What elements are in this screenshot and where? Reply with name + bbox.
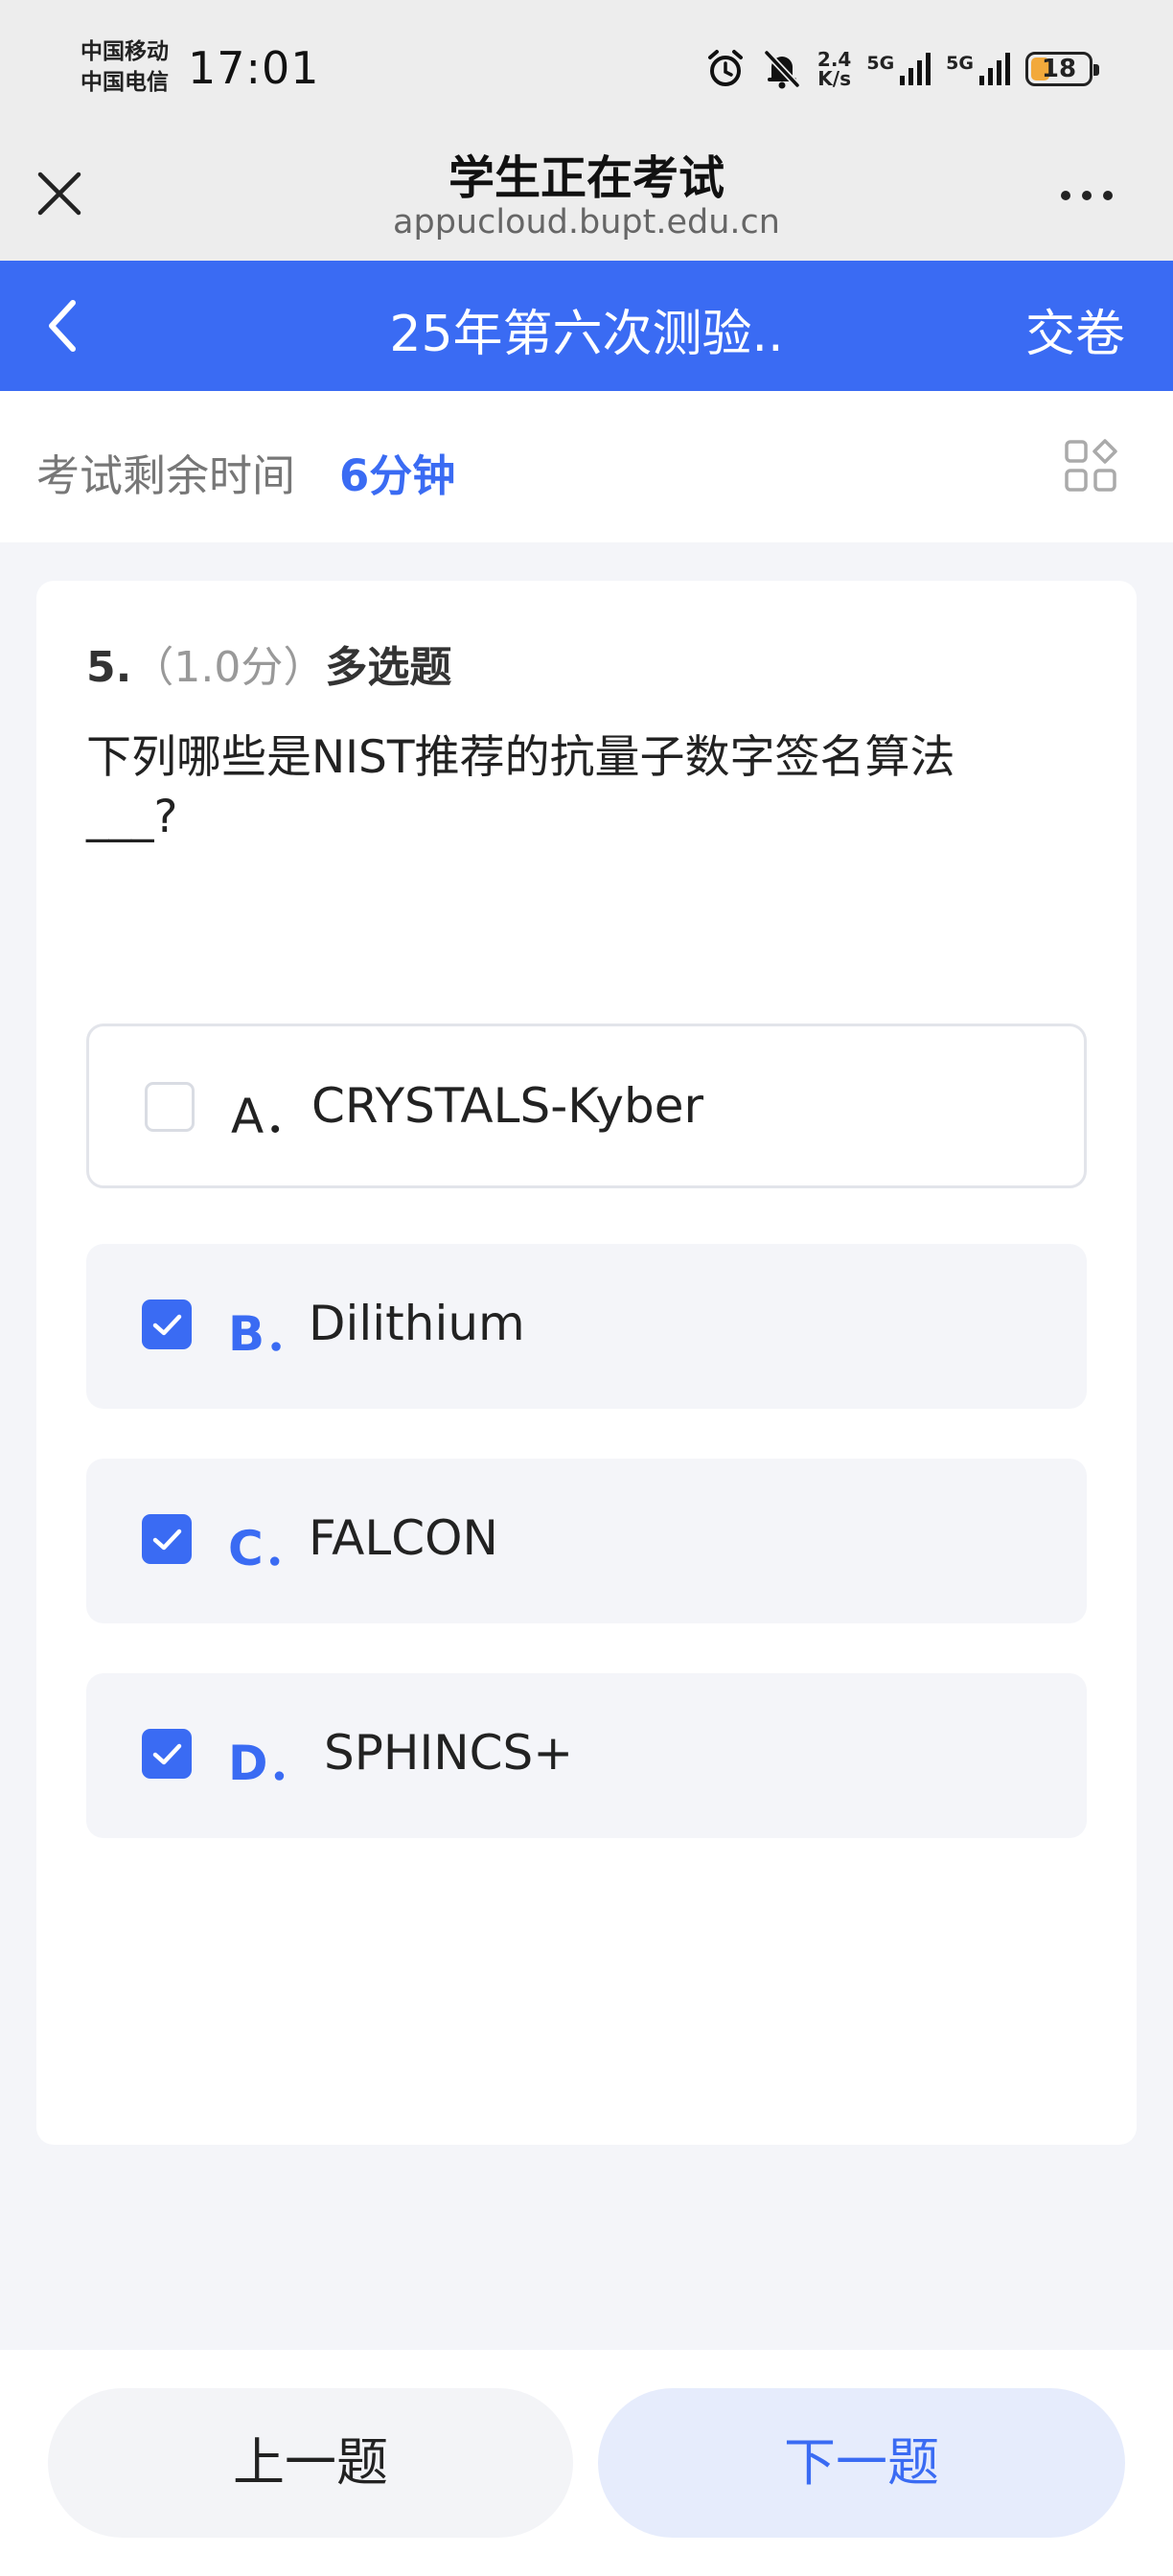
timer-label: 考试剩余时间 — [36, 450, 296, 501]
status-bar: 中国移动 中国电信 17:01 2.4 K/s 5G 5G 18 — [0, 0, 1173, 140]
prev-question-button[interactable]: 上一题 — [48, 2388, 573, 2538]
option-a[interactable]: A． CRYSTALS-Kyber — [86, 1024, 1087, 1188]
timer-value: 6分钟 — [339, 450, 456, 501]
checkbox-checked-icon[interactable] — [142, 1300, 192, 1349]
question-type: 多选题 — [325, 643, 452, 692]
exam-navbar: 25年第六次测验.. 交卷 — [0, 261, 1173, 391]
signal-icon: 5G — [866, 53, 932, 85]
question-score: （1.0分） — [131, 643, 326, 692]
option-c[interactable]: C． FALCON — [86, 1459, 1087, 1623]
option-text: SPHINCS+ — [324, 1725, 574, 1781]
exam-title: 25年第六次测验.. — [389, 306, 784, 363]
carrier-info: 中国移动 中国电信 — [80, 36, 169, 98]
net-speed-value: 2.4 — [816, 48, 852, 71]
option-letter: D． — [228, 1736, 316, 1791]
checkbox-checked-icon[interactable] — [142, 1514, 192, 1564]
more-dots-icon[interactable] — [1058, 186, 1116, 205]
battery-icon: 18 — [1025, 52, 1099, 86]
page-url: appucloud.bupt.edu.cn — [393, 203, 780, 242]
question-card: 5.（1.0分）多选题 下列哪些是NIST推荐的抗量子数字签名算法 ___? A… — [36, 581, 1137, 2145]
question-text-line-2: ___? — [86, 791, 178, 843]
battery-level: 18 — [1041, 55, 1077, 83]
page-title: 学生正在考试 — [448, 151, 724, 205]
question-header: 5.（1.0分）多选题 — [86, 632, 451, 694]
net-speed: 2.4 K/s — [817, 50, 851, 88]
option-letter: B． — [228, 1306, 313, 1362]
bottom-nav: 上一题 下一题 — [0, 2350, 1173, 2576]
option-letter: A． — [231, 1089, 312, 1144]
checkbox-checked-icon[interactable] — [142, 1729, 192, 1779]
option-text: CRYSTALS-Kyber — [311, 1078, 704, 1134]
status-icons: 2.4 K/s 5G 5G 18 — [704, 46, 1099, 92]
question-text-line-1: 下列哪些是NIST推荐的抗量子数字签名算法 — [86, 731, 955, 784]
status-time: 17:01 — [188, 42, 320, 94]
mute-bell-icon — [764, 50, 800, 89]
option-d[interactable]: D． SPHINCS+ — [86, 1673, 1087, 1838]
alarm-icon — [707, 50, 743, 86]
option-text: Dilithium — [309, 1296, 525, 1351]
next-question-button[interactable]: 下一题 — [598, 2388, 1125, 2538]
carrier-2: 中国电信 — [80, 70, 169, 95]
option-letter: C． — [228, 1521, 311, 1576]
signal-1-label: 5G — [866, 53, 895, 74]
carrier-1: 中国移动 — [80, 39, 169, 64]
option-text: FALCON — [309, 1510, 498, 1566]
timer-bar: 考试剩余时间 6分钟 — [0, 391, 1173, 542]
browser-titlebar: 学生正在考试 appucloud.bupt.edu.cn — [0, 140, 1173, 261]
option-b[interactable]: B． Dilithium — [86, 1244, 1087, 1409]
question-number: 5. — [86, 643, 132, 692]
question-text: 下列哪些是NIST推荐的抗量子数字签名算法 ___? — [86, 728, 1083, 847]
signal-icon-2: 5G — [946, 53, 1010, 85]
answer-sheet-grid-icon[interactable] — [1064, 439, 1117, 493]
submit-button[interactable]: 交卷 — [1025, 293, 1125, 365]
signal-2-label: 5G — [946, 53, 974, 74]
checkbox-unchecked-icon[interactable] — [145, 1082, 195, 1132]
net-speed-unit: K/s — [817, 67, 851, 90]
